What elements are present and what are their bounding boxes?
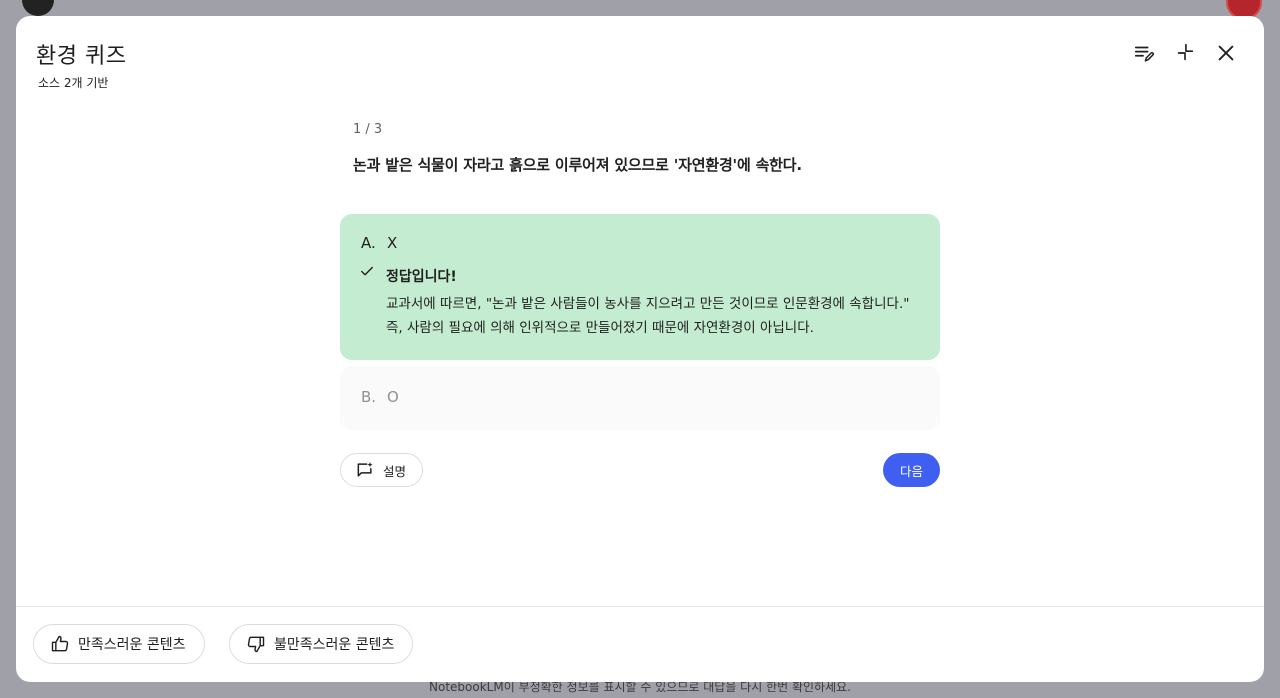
edit-list-icon xyxy=(1134,46,1154,62)
quiz-panel: 1 / 3 논과 밭은 식물이 자라고 흙으로 이루어져 있으므로 '자연환경'… xyxy=(340,122,940,487)
feedback-title: 정답입니다! xyxy=(386,269,457,285)
footer-divider xyxy=(16,606,1264,607)
close-icon xyxy=(1218,45,1234,61)
quiz-dialog: 환경 퀴즈 소스 2개 기반 1 / 3 논과 밭은 식물이 자라고 흙으로 이… xyxy=(16,16,1264,682)
explain-button[interactable]: 설명 xyxy=(340,453,424,487)
option-text: O xyxy=(387,388,399,406)
option-letter: B. xyxy=(361,388,377,406)
negative-feedback-label: 불만족스러운 콘텐츠 xyxy=(274,637,395,653)
check-icon xyxy=(361,266,373,276)
edit-list-button[interactable] xyxy=(1129,38,1159,68)
collapse-icon xyxy=(1177,43,1194,61)
explain-label: 설명 xyxy=(383,463,407,479)
close-button[interactable] xyxy=(1211,38,1241,68)
positive-feedback-button[interactable]: 만족스러운 콘텐츠 xyxy=(33,624,205,664)
option-letter: A. xyxy=(361,234,376,252)
answer-option-a[interactable]: A. X 정답입니다! 교과서에 따르면, "논과 밭은 사람들이 농사를 지으… xyxy=(340,214,940,360)
next-button[interactable]: 다음 xyxy=(883,453,940,487)
feedback-explanation: 교과서에 따르면, "논과 밭은 사람들이 농사를 지으려고 만든 것이므로 인… xyxy=(386,296,910,336)
dialog-subtitle: 소스 2개 기반 xyxy=(38,76,109,90)
option-text: X xyxy=(387,234,398,252)
collapse-button[interactable] xyxy=(1170,38,1200,68)
negative-feedback-button[interactable]: 불만족스러운 콘텐츠 xyxy=(229,624,414,664)
thumbs-down-icon xyxy=(247,636,265,653)
chat-sparkle-icon xyxy=(357,462,373,477)
dialog-title: 환경 퀴즈 xyxy=(36,44,127,69)
question-text: 논과 밭은 식물이 자라고 흙으로 이루어져 있으므로 '자연환경'에 속한다. xyxy=(353,156,802,174)
answer-option-b[interactable]: B. O xyxy=(340,366,940,430)
positive-feedback-label: 만족스러운 콘텐츠 xyxy=(78,637,186,653)
background-avatar xyxy=(22,0,54,16)
question-counter: 1 / 3 xyxy=(353,122,383,137)
thumbs-up-icon xyxy=(51,635,69,652)
